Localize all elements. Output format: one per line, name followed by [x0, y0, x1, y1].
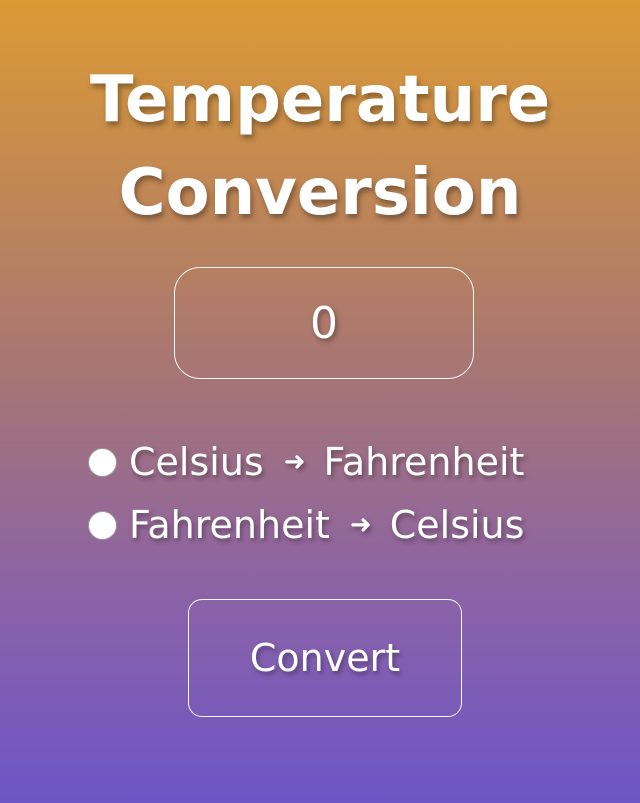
option-from-label: Celsius: [129, 440, 264, 484]
convert-button[interactable]: Convert: [188, 599, 462, 717]
option-to-label: Fahrenheit: [323, 440, 525, 484]
option-celsius-to-fahrenheit[interactable]: Celsius ➜ Fahrenheit: [88, 440, 525, 484]
radio-fahrenheit-to-celsius[interactable]: [88, 510, 117, 540]
page-title: Temperature Conversion: [0, 54, 640, 240]
temperature-input[interactable]: 0: [174, 267, 474, 379]
arrow-right-icon: ➜: [283, 447, 306, 477]
option-to-label: Celsius: [389, 503, 525, 547]
option-fahrenheit-to-celsius[interactable]: Fahrenheit ➜ Celsius: [88, 503, 525, 547]
radio-celsius-to-fahrenheit[interactable]: [88, 447, 117, 477]
title-line-2: Conversion: [118, 156, 522, 230]
option-from-label: Fahrenheit: [129, 503, 330, 547]
arrow-right-icon: ➜: [349, 510, 372, 540]
title-line-1: Temperature: [89, 63, 551, 137]
convert-button-label: Convert: [249, 636, 401, 680]
temperature-input-value: 0: [310, 297, 338, 349]
